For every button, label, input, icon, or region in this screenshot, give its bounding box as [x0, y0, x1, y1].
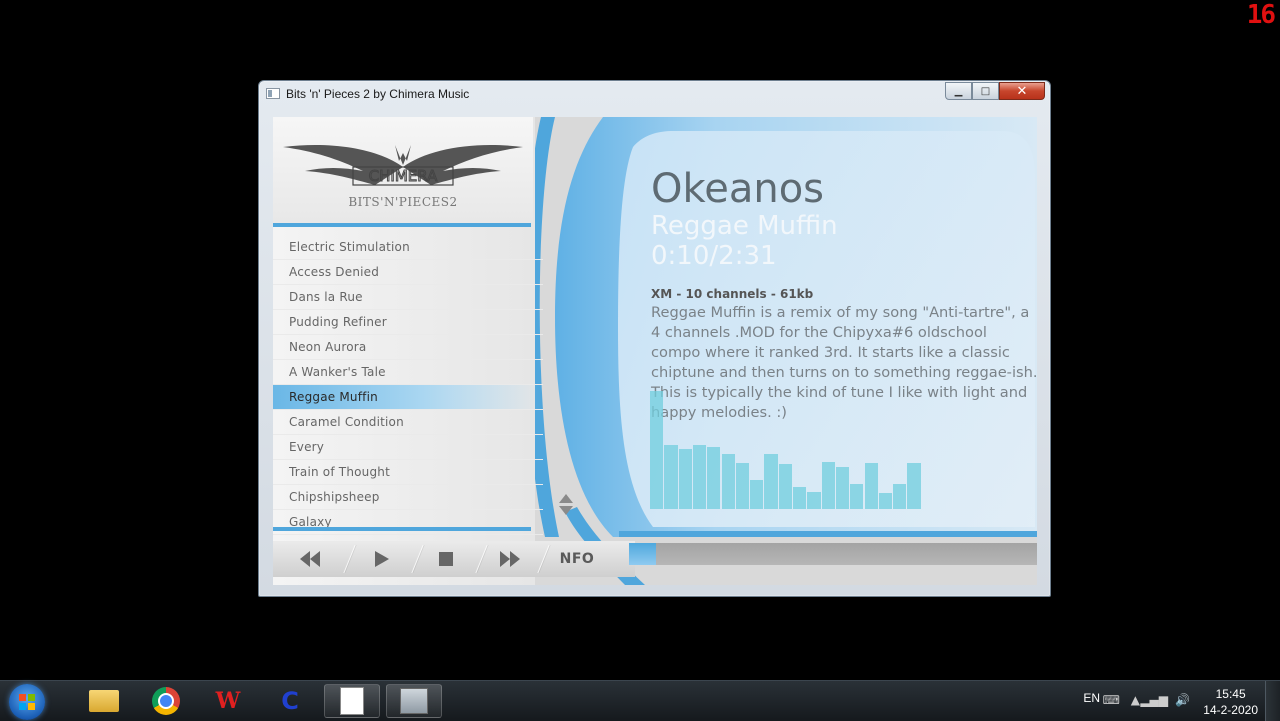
fps-counter: 16: [1246, 0, 1276, 30]
network-icon[interactable]: ▂▄▆: [1140, 693, 1168, 707]
start-button[interactable]: [9, 684, 45, 720]
progress-bar[interactable]: [629, 543, 1037, 565]
track-item[interactable]: Train of Thought: [273, 460, 543, 485]
stop-button[interactable]: [421, 541, 471, 577]
language-indicator[interactable]: EN: [1083, 691, 1100, 705]
track-item-active[interactable]: Reggae Muffin: [273, 385, 543, 410]
fast-forward-icon: [500, 551, 520, 567]
visualizer-bar: [778, 464, 792, 509]
track-item[interactable]: Caramel Condition: [273, 410, 543, 435]
previous-button[interactable]: [285, 541, 335, 577]
artist-name: Okeanos: [651, 166, 825, 212]
track-item[interactable]: Electric Stimulation: [273, 235, 543, 260]
song-time: 0:10/2:31: [651, 241, 777, 271]
track-item[interactable]: Neon Aurora: [273, 335, 543, 360]
visualizer-bar: [793, 487, 807, 509]
chrome-icon[interactable]: [138, 684, 194, 718]
keyboard-icon[interactable]: ⌨: [1103, 693, 1120, 707]
close-button[interactable]: ✕: [999, 82, 1045, 100]
clock-date: 14-2-2020: [1203, 703, 1258, 717]
windows-logo-icon: [19, 694, 35, 710]
visualizer-bar: [864, 463, 878, 509]
clock-time: 15:45: [1215, 687, 1246, 701]
scroll-up-icon[interactable]: [559, 494, 573, 503]
play-button[interactable]: [357, 541, 407, 577]
maximize-button[interactable]: □: [972, 82, 999, 100]
nfo-button[interactable]: NFO: [549, 541, 605, 577]
visualizer-bar: [707, 447, 721, 509]
track-item[interactable]: A Wanker's Tale: [273, 360, 543, 385]
visualizer-bar: [893, 484, 907, 509]
visualizer-bar: [735, 463, 750, 509]
tracklist-panel: CHIMERA BITS'N'PIECES2 Electric Stimulat…: [273, 117, 543, 585]
clock[interactable]: 15:45 14-2-2020: [1203, 686, 1258, 718]
rewind-icon: [300, 551, 320, 567]
visualizer-bar: [878, 493, 893, 509]
track-item[interactable]: Dans la Rue: [273, 285, 543, 310]
title-bar[interactable]: Bits 'n' Pieces 2 by Chimera Music ▁ □ ✕: [259, 81, 1050, 107]
player-window: Bits 'n' Pieces 2 by Chimera Music ▁ □ ✕: [258, 80, 1051, 597]
scroll-arrows: [559, 491, 575, 518]
song-meta: XM - 10 channels - 61kb: [651, 287, 814, 301]
tray-expand-icon[interactable]: ▲: [1131, 693, 1140, 707]
player-icon[interactable]: [386, 684, 442, 718]
track-item[interactable]: Every: [273, 435, 543, 460]
show-desktop-button[interactable]: [1265, 681, 1280, 721]
next-button[interactable]: [485, 541, 535, 577]
visualizer-bar: [807, 492, 821, 509]
winamp-icon[interactable]: W: [200, 684, 256, 718]
control-bar: NFO: [273, 531, 1037, 585]
explorer-icon[interactable]: [76, 684, 132, 718]
notepad-icon[interactable]: [324, 684, 380, 718]
visualizer-bar: [750, 480, 764, 509]
visualizer-bar: [692, 445, 707, 509]
visualizer-bar: [764, 454, 778, 509]
play-icon: [375, 551, 389, 567]
song-name: Reggae Muffin: [651, 211, 838, 241]
window-title: Bits 'n' Pieces 2 by Chimera Music: [286, 87, 470, 101]
track-item[interactable]: Access Denied: [273, 260, 543, 285]
track-item[interactable]: Pudding Refiner: [273, 310, 543, 335]
progress-fill: [629, 543, 656, 565]
track-list: Electric Stimulation Access Denied Dans la…: [273, 235, 543, 535]
player-body: CHIMERA BITS'N'PIECES2 Electric Stimulat…: [273, 117, 1037, 585]
stop-icon: [439, 552, 453, 566]
visualizer-bar: [835, 467, 850, 509]
volume-icon[interactable]: 🔊: [1175, 693, 1190, 707]
svg-text:CHIMERA: CHIMERA: [369, 167, 438, 185]
visualizer-bar: [821, 462, 835, 509]
visualizer-bar: [907, 463, 921, 509]
visualizer-bar: [678, 449, 692, 509]
divider: [273, 223, 531, 227]
minimize-button[interactable]: ▁: [945, 82, 972, 100]
visualizer-bar: [721, 454, 735, 509]
app-icon: [266, 88, 280, 99]
visualizer-bar: [850, 484, 864, 509]
track-item[interactable]: Chipshipsheep: [273, 485, 543, 510]
progress-accent: [619, 531, 1037, 537]
logo: CHIMERA BITS'N'PIECES2: [273, 117, 533, 223]
visualizer-bar: [664, 445, 678, 509]
visualizer-bar: [650, 391, 664, 509]
scroll-down-icon[interactable]: [559, 506, 573, 515]
logo-subtitle: BITS'N'PIECES2: [348, 195, 458, 209]
c64-icon[interactable]: C: [262, 684, 318, 718]
logo-wordmark: CHIMERA: [368, 167, 438, 186]
taskbar: WC EN ⌨ ▲ ▂▄▆ 🔊 15:45 14-2-2020: [0, 680, 1280, 721]
visualizer: [636, 385, 921, 509]
